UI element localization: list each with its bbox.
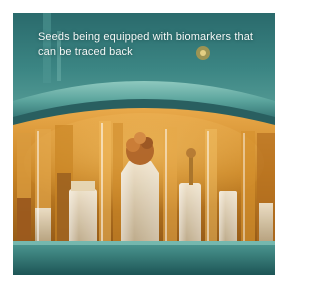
photo-caption: Seeds being equipped with biomarkers tha… [38,31,254,58]
photo-frame: Seeds being equipped with biomarkers tha… [13,13,275,275]
